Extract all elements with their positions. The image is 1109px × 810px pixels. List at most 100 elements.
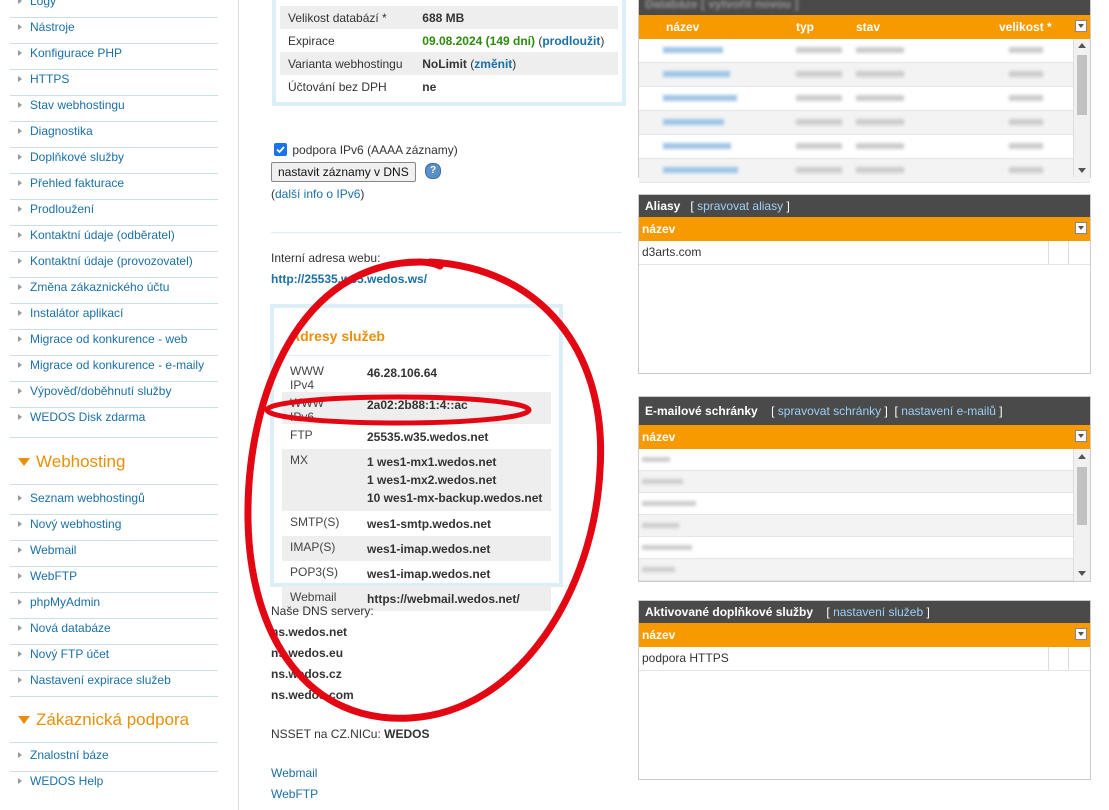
sidebar-item[interactable]: Seznam webhostingů [18, 491, 145, 513]
internal-address-link[interactable]: http://25535.w35.wedos.ws/ [271, 272, 427, 286]
db-col-name[interactable]: název [666, 15, 699, 39]
sidebar-item[interactable]: Výpověď/doběhnutí služby [18, 384, 171, 406]
database-row[interactable] [639, 135, 1090, 159]
webftp-link[interactable]: WebFTP [271, 787, 318, 801]
service-value-cell: 2a02:2b88:1:4::ac [359, 392, 551, 424]
sidebar-section-webhosting[interactable]: Webhosting [18, 452, 125, 472]
change-variant-link[interactable]: změnit [474, 57, 512, 71]
mailbox-row[interactable] [639, 537, 1090, 559]
sidebar-item[interactable]: Přehled fakturace [18, 176, 124, 198]
arrow-right-icon [18, 624, 22, 631]
db-col-type[interactable]: typ [796, 15, 814, 39]
renew-link[interactable]: prodloužit [542, 34, 600, 48]
db-columns-dropdown-icon[interactable] [1075, 20, 1087, 32]
databases-panel-title: Databáze [ vytvořit novou ] [639, 0, 1090, 15]
help-icon[interactable]: ? [425, 163, 441, 179]
db-col-state[interactable]: stav [856, 15, 880, 39]
sidebar-item[interactable]: Stav webhostingu [18, 98, 125, 120]
sidebar-item[interactable]: Nový webhosting [18, 517, 121, 539]
ipv6-row: podpora IPv6 (AAAA záznamy) [274, 143, 458, 157]
service-rows: WWW IPv4 46.28.106.64 WWW IPv6 2a02:2b88:1:… [282, 360, 551, 611]
arrow-right-icon [18, 23, 22, 30]
addons-columns-dropdown-icon[interactable] [1075, 628, 1087, 640]
sidebar-item[interactable]: Nový FTP účet [18, 647, 109, 669]
sidebar-item[interactable]: Diagnostika [18, 124, 93, 146]
sidebar-item[interactable]: Nastavení expirace služeb [18, 673, 171, 695]
mailboxes-col-name[interactable]: název [642, 425, 675, 449]
set-dns-records-button[interactable]: nastavit záznamy v DNS [271, 162, 416, 182]
sidebar-divider [10, 303, 218, 304]
service-row: MX 1 wes1-mx1.wedos.net 1 wes1-mx2.wedos.n… [282, 449, 551, 511]
arrow-right-icon [18, 0, 22, 4]
service-value: 25535.w35.wedos.net [367, 430, 489, 444]
addons-col-name[interactable]: název [642, 623, 675, 647]
webmail-link[interactable]: Webmail [271, 766, 317, 780]
vat-value: ne [422, 79, 437, 94]
aliases-columns-dropdown-icon[interactable] [1075, 222, 1087, 234]
sidebar-item[interactable]: Migrace od konkurence - web [18, 332, 187, 354]
sidebar-item[interactable]: Migrace od konkurence - e-maily [18, 358, 204, 380]
sidebar-item-label: Nastavení expirace služeb [30, 673, 171, 687]
sidebar-item[interactable]: Konfigurace PHP [18, 46, 122, 68]
expiry-value: 09.08.2024 (149 dní) [422, 33, 535, 48]
sidebar-item[interactable]: HTTPS [18, 72, 69, 94]
sidebar-item[interactable]: Nová databáze [18, 621, 111, 643]
sidebar-item[interactable]: Kontaktní údaje (provozovatel) [18, 254, 193, 276]
sidebar-item[interactable]: Instalátor aplikací [18, 306, 123, 328]
service-label: WWW IPv4 [290, 364, 324, 392]
sidebar-item[interactable]: Prodloužení [18, 202, 94, 224]
mailboxes-scrollbar[interactable] [1073, 449, 1090, 581]
sidebar-divider [10, 225, 218, 226]
mailbox-row[interactable] [639, 493, 1090, 515]
databases-scrollbar[interactable] [1073, 39, 1090, 177]
sidebar-divider [10, 121, 218, 122]
sidebar-item-label: Doplňkové služby [30, 150, 125, 164]
arrow-right-icon [18, 676, 22, 683]
addon-settings-link[interactable]: nastavení služeb [833, 605, 923, 619]
mailbox-row[interactable] [639, 559, 1090, 581]
service-value-cell: wes1-smtp.wedos.net [359, 511, 551, 536]
arrow-right-icon [18, 153, 22, 160]
arrow-right-icon [18, 101, 22, 108]
addon-row[interactable]: podpora HTTPS [639, 647, 1090, 671]
sidebar-item[interactable]: Logy [18, 0, 56, 16]
database-row[interactable] [639, 87, 1090, 111]
sidebar-item[interactable]: phpMyAdmin [18, 595, 100, 617]
database-row[interactable] [639, 63, 1090, 87]
db-col-size[interactable]: velikost * [999, 15, 1052, 39]
email-settings-link[interactable]: nastavení e-mailů [901, 404, 996, 418]
mailboxes-columns-dropdown-icon[interactable] [1075, 430, 1087, 442]
mailbox-row[interactable] [639, 471, 1090, 493]
mailboxes-panel: E-mailové schránky [ spravovat schránky … [638, 396, 1091, 582]
sidebar-item[interactable]: Znalostní báze [18, 748, 109, 770]
nsset-label: NSSET na CZ.NICu: [271, 727, 381, 741]
mailbox-row[interactable] [639, 449, 1090, 471]
sidebar-item[interactable]: WEDOS Help [18, 774, 103, 796]
sidebar-item-label: WEDOS Disk zdarma [30, 410, 146, 424]
sidebar-section-label: Webhosting [36, 452, 126, 471]
sidebar-item[interactable]: WEDOS Disk zdarma [18, 410, 145, 432]
sidebar-divider [10, 437, 218, 438]
sidebar-item[interactable]: Kontaktní údaje (odběratel) [18, 228, 175, 250]
alias-row[interactable]: d3arts.com [639, 241, 1090, 265]
sidebar-item[interactable]: Změna zákaznického účtu [18, 280, 169, 302]
database-row[interactable] [639, 111, 1090, 135]
service-value: wes1-imap.wedos.net [367, 567, 491, 581]
sidebar-item[interactable]: Webmail [18, 543, 76, 565]
aliases-col-name[interactable]: název [642, 217, 675, 241]
mailbox-row[interactable] [639, 515, 1090, 537]
sidebar-item[interactable]: Doplňkové služby [18, 150, 124, 172]
manage-aliases-link[interactable]: spravovat aliasy [697, 199, 783, 213]
manage-mailboxes-link[interactable]: spravovat schránky [778, 404, 881, 418]
sidebar-item[interactable]: Nástroje [18, 20, 75, 42]
ipv6-info-link[interactable]: další info o IPv6 [275, 187, 360, 201]
ipv6-checkbox[interactable] [274, 143, 287, 157]
sidebar-item[interactable]: WebFTP [18, 569, 77, 591]
sidebar-divider [10, 742, 218, 743]
sidebar-divider [10, 43, 218, 44]
database-row[interactable] [639, 39, 1090, 63]
service-row: SMTP(S) wes1-smtp.wedos.net [282, 511, 551, 536]
sidebar-section-support[interactable]: Zákaznická podpora [18, 710, 189, 730]
arrow-right-icon [18, 777, 22, 784]
database-row[interactable] [639, 159, 1090, 183]
